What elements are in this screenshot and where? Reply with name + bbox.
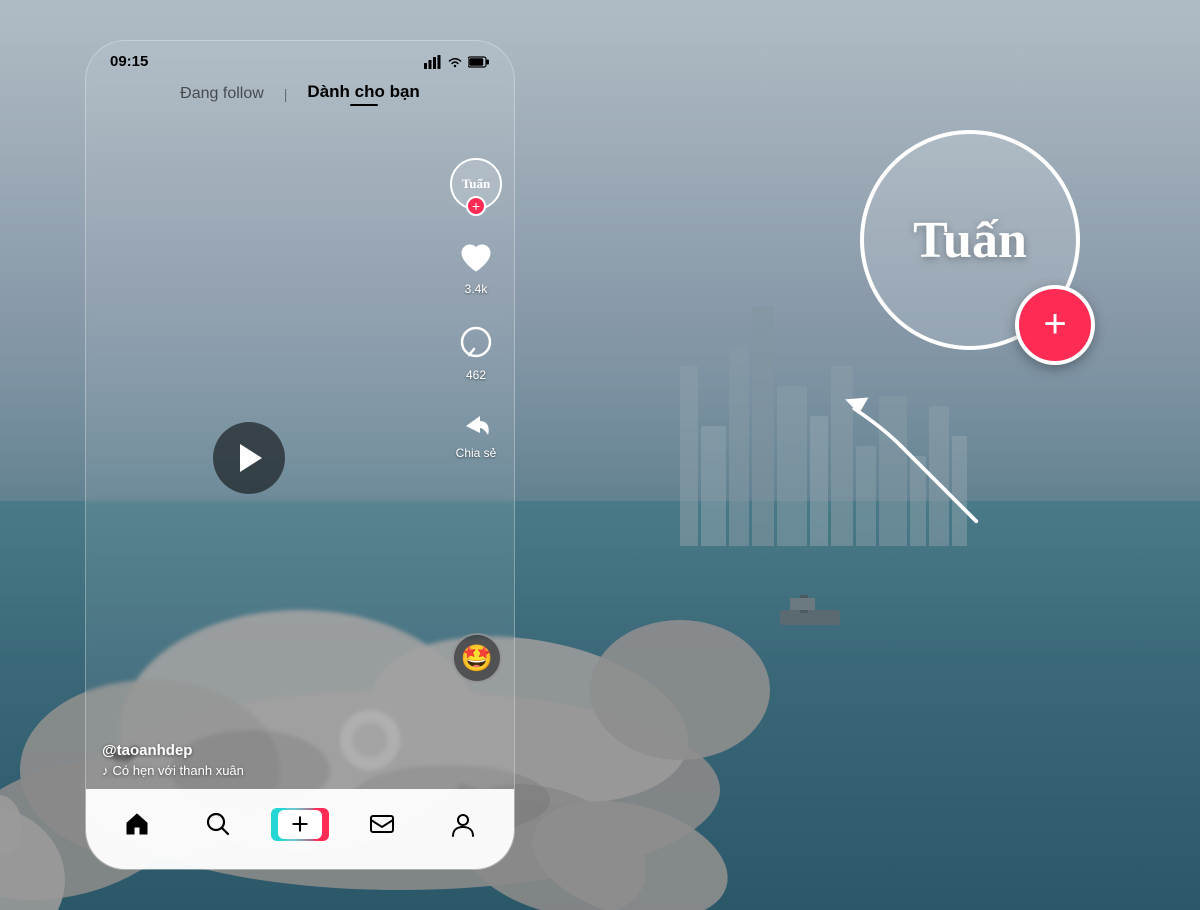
like-action[interactable]: 3.4k — [454, 236, 498, 296]
avatar-container[interactable]: Tuấn + — [450, 158, 502, 210]
heart-icon — [454, 236, 498, 280]
video-username: @taoanhdep — [102, 742, 444, 759]
video-info: @taoanhdep ♪ Có hẹn với thanh xuân — [102, 742, 444, 778]
comment-action[interactable]: 462 — [454, 322, 498, 382]
nav-add[interactable] — [259, 808, 341, 841]
add-button[interactable] — [274, 808, 326, 841]
battery-icon — [468, 56, 490, 68]
nav-home[interactable] — [96, 810, 178, 838]
wifi-icon — [447, 56, 463, 68]
search-icon — [204, 810, 232, 838]
avatar-text: Tuấn — [462, 176, 490, 192]
large-avatar-overlay: Tuấn + — [860, 130, 1080, 350]
phone-frame: 09:15 Đang follow | — [85, 40, 515, 870]
comments-count: 462 — [466, 368, 486, 382]
nav-inbox[interactable] — [341, 810, 423, 838]
share-action[interactable]: Chia sẻ — [456, 408, 497, 460]
large-follow-button[interactable]: + — [1015, 285, 1095, 365]
video-area[interactable]: Tuấn + 3.4k — [86, 118, 514, 798]
profile-icon — [449, 810, 477, 838]
large-avatar-text: Tuấn — [913, 211, 1027, 270]
comment-icon — [454, 322, 498, 366]
large-plus-icon: + — [1043, 304, 1066, 344]
share-icon — [458, 408, 494, 444]
nav-search[interactable] — [178, 810, 260, 838]
play-triangle-icon — [240, 444, 262, 472]
inbox-icon — [368, 810, 396, 838]
video-music: ♪ Có hẹn với thanh xuân — [102, 763, 444, 778]
status-icons — [424, 55, 490, 69]
music-title: Có hẹn với thanh xuân — [113, 763, 244, 778]
boat — [770, 590, 850, 630]
curved-arrow — [825, 390, 1015, 540]
status-bar: 09:15 — [86, 41, 514, 78]
time-display: 09:15 — [110, 53, 148, 70]
likes-count: 3.4k — [465, 282, 488, 296]
play-button[interactable] — [213, 422, 285, 494]
signal-icon — [424, 55, 442, 69]
music-note-icon: ♪ — [102, 763, 109, 778]
home-icon — [123, 810, 151, 838]
avatar-follow-button[interactable]: + — [466, 196, 486, 216]
music-disc: 🤩 — [452, 633, 502, 683]
bottom-nav — [86, 789, 514, 869]
tab-following[interactable]: Đang follow — [180, 85, 264, 103]
right-actions: Tuấn + 3.4k — [450, 158, 502, 460]
share-label: Chia sẻ — [456, 446, 497, 460]
tab-for-you[interactable]: Dành cho bạn — [307, 82, 419, 106]
nav-tabs: Đang follow | Dành cho bạn — [86, 78, 514, 118]
nav-profile[interactable] — [422, 810, 504, 838]
tab-divider: | — [284, 86, 288, 102]
